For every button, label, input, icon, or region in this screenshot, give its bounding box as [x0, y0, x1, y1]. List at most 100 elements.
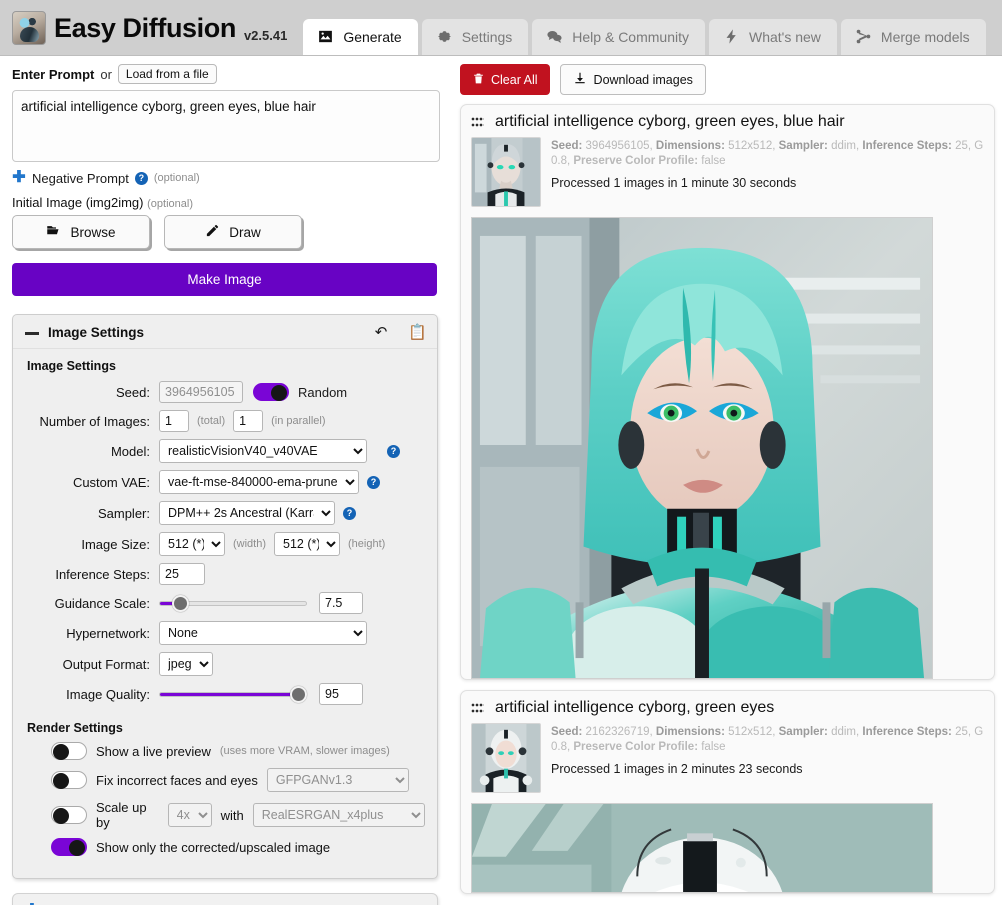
image-height-hint: (height)	[348, 538, 386, 550]
clear-all-button[interactable]: Clear All	[460, 64, 550, 95]
initial-image-label-row: Initial Image (img2img) (optional)	[12, 195, 440, 210]
guidance-scale-input[interactable]	[319, 592, 363, 614]
tab-settings-label: Settings	[461, 28, 513, 45]
render-settings-title: Render Settings	[27, 721, 123, 735]
make-image-button[interactable]: Make Image	[12, 263, 437, 296]
clipboard-icon[interactable]: 📋	[408, 323, 427, 341]
meta-val-seed: 3964956105,	[585, 140, 653, 152]
live-preview-label: Show a live preview	[96, 743, 211, 759]
meta-key-seed: Seed:	[551, 726, 583, 738]
num-images-parallel-input[interactable]	[233, 410, 264, 432]
result-meta-row: Seed: 2162326719, Dimensions: 512x512, S…	[471, 723, 984, 793]
load-from-file-button[interactable]: Load from a file	[117, 64, 217, 84]
tab-whats-new[interactable]: What's new	[708, 19, 837, 55]
result-card: artificial intelligence cyborg, green ey…	[460, 104, 995, 680]
inference-steps-input[interactable]	[159, 563, 205, 585]
result-thumbnail[interactable]	[471, 723, 541, 793]
result-header: artificial intelligence cyborg, green ey…	[471, 699, 984, 717]
result-title: artificial intelligence cyborg, green ey…	[495, 699, 775, 716]
initial-image-buttons: Browse Draw	[12, 215, 440, 249]
initial-image-optional: (optional)	[147, 198, 193, 210]
seed-random-toggle[interactable]	[253, 383, 289, 401]
drag-grip-icon[interactable]	[471, 703, 484, 713]
model-label: Model:	[110, 443, 150, 459]
model-select[interactable]: realisticVisionV40_v40VAE	[159, 439, 367, 463]
result-thumbnail[interactable]	[471, 137, 541, 207]
minus-icon[interactable]	[25, 331, 39, 335]
show-only-corrected-toggle[interactable]	[51, 838, 87, 856]
app-version: v2.5.41	[243, 28, 288, 43]
image-width-select[interactable]: 512 (*)	[159, 532, 225, 556]
meta-val-sampler: ddim,	[831, 140, 860, 152]
toggle-knob	[53, 808, 69, 824]
fix-faces-row: Fix incorrect faces and eyes GFPGANv1.3	[25, 768, 425, 792]
image-quality-thumb[interactable]	[290, 685, 308, 703]
tab-help-community-label: Help & Community	[572, 28, 689, 45]
sampler-select[interactable]: DPM++ 2s Ancestral (Karras)	[159, 501, 335, 525]
tab-help-community[interactable]: Help & Community	[532, 19, 705, 55]
result-meta-row: Seed: 3964956105, Dimensions: 512x512, S…	[471, 137, 984, 207]
tab-settings[interactable]: Settings	[421, 19, 529, 55]
image-modifiers-bar[interactable]: ✚ Image Modifiers (art styles, tags etc)	[12, 893, 438, 905]
negative-prompt-optional: (optional)	[153, 172, 200, 184]
meta-key-dimensions: Dimensions:	[655, 726, 725, 738]
result-image[interactable]	[471, 217, 933, 679]
seed-random-label: Random	[298, 384, 348, 400]
app-title: Easy Diffusion	[54, 12, 236, 43]
guidance-scale-slider[interactable]	[159, 594, 307, 612]
image-quality-fill	[160, 692, 299, 696]
num-images-parallel-hint: (in parallel)	[271, 415, 326, 427]
thumbnail-art	[472, 138, 540, 206]
sampler-help-icon[interactable]: ?	[343, 506, 356, 520]
meta-key-inference-steps: Inference Steps:	[862, 726, 952, 738]
negative-prompt-row[interactable]: ✚ Negative Prompt ? (optional)	[12, 170, 440, 186]
generated-image-art	[472, 804, 932, 892]
number-of-images-row: Number of Images: (total) (in parallel)	[25, 410, 425, 432]
prompt-input[interactable]: artificial intelligence cyborg, green ey…	[12, 90, 440, 162]
scale-up-toggle[interactable]	[51, 806, 87, 824]
result-header: artificial intelligence cyborg, green ey…	[471, 113, 984, 131]
undo-arrow-icon[interactable]: ↶	[375, 323, 388, 341]
num-images-total-input[interactable]	[159, 410, 189, 432]
image-height-select[interactable]: 512 (*)	[274, 532, 341, 556]
hypernetwork-select[interactable]: None	[159, 621, 367, 645]
custom-vae-label: Custom VAE:	[72, 474, 150, 490]
drag-grip-icon[interactable]	[471, 117, 484, 127]
draw-button[interactable]: Draw	[164, 215, 302, 249]
tab-merge-models[interactable]: Merge models	[840, 19, 986, 55]
seed-input[interactable]	[159, 381, 243, 403]
toggle-knob	[53, 744, 69, 760]
custom-vae-select[interactable]: vae-ft-mse-840000-ema-pruned	[159, 470, 359, 494]
output-format-select[interactable]: jpeg	[159, 652, 213, 676]
result-image[interactable]	[471, 803, 933, 893]
result-meta-line1: Seed: 3964956105, Dimensions: 512x512, S…	[551, 137, 984, 155]
fix-faces-model-select[interactable]: GFPGANv1.3	[266, 768, 409, 792]
browse-button[interactable]: Browse	[12, 215, 150, 249]
image-quality-track[interactable]	[159, 685, 308, 703]
tab-merge-models-label: Merge models	[880, 28, 970, 45]
tab-generate[interactable]: Generate	[303, 19, 418, 55]
scale-up-label: Scale up by	[96, 800, 147, 830]
app-header: Easy Diffusion v2.5.41 Generate Settings…	[0, 0, 1002, 56]
upscaler-select[interactable]: RealESRGAN_x4plus	[252, 803, 425, 827]
brand: Easy Diffusion v2.5.41	[12, 11, 287, 55]
image-settings-panel: Image Settings ↶ 📋 Image Settings Seed: …	[12, 314, 438, 879]
help-icon[interactable]: ?	[134, 171, 148, 185]
image-settings-panel-header[interactable]: Image Settings ↶ 📋	[13, 315, 437, 349]
hypernetwork-label: Hypernetwork:	[66, 625, 150, 641]
guidance-scale-thumb[interactable]	[171, 594, 189, 612]
custom-vae-help-icon[interactable]: ?	[367, 475, 380, 489]
results-toolbar: Clear All Download images	[460, 64, 1002, 95]
meta-val-dimensions: 512x512,	[728, 726, 776, 738]
scale-up-factor-select[interactable]: 4x	[167, 803, 212, 827]
model-help-icon[interactable]: ?	[387, 444, 400, 458]
download-images-button[interactable]: Download images	[559, 64, 706, 95]
guidance-scale-track[interactable]	[159, 594, 307, 612]
live-preview-toggle[interactable]	[51, 742, 87, 760]
image-quality-slider[interactable]	[159, 685, 308, 703]
fix-faces-toggle[interactable]	[51, 771, 87, 789]
live-preview-row: Show a live preview (uses more VRAM, slo…	[25, 742, 425, 760]
image-quality-input[interactable]	[319, 683, 363, 705]
chat-bubbles-icon	[546, 28, 563, 45]
results-panel: Clear All Download images artificial int…	[452, 56, 1002, 905]
